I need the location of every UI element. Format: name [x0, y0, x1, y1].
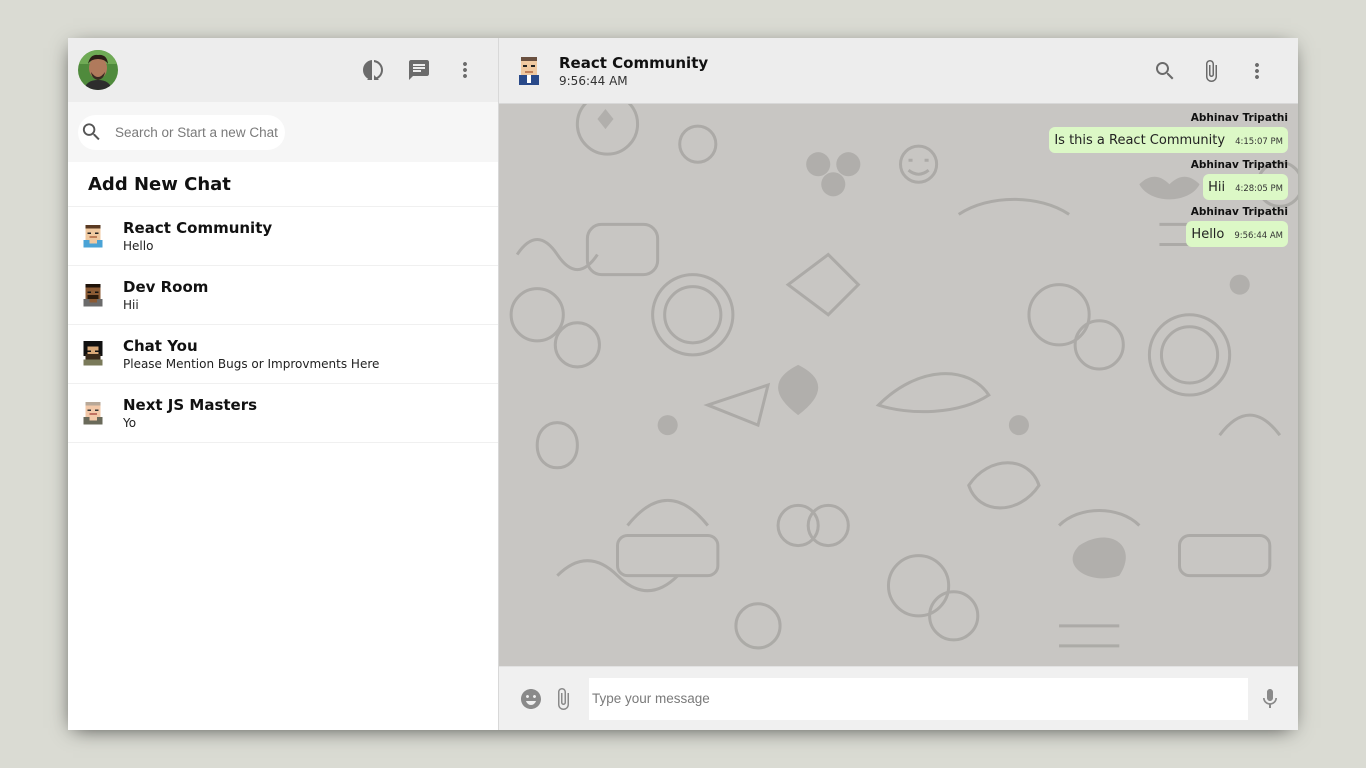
search-container [78, 114, 285, 150]
chat-name: Next JS Masters [123, 396, 258, 414]
add-new-chat-label: Add New Chat [88, 173, 231, 195]
chat-last-message: Yo [123, 416, 137, 430]
user-avatar[interactable] [78, 50, 118, 90]
room-avatar [83, 283, 103, 307]
message: Abhinav Tripathi Hello 9:56:44 AM [1186, 206, 1288, 247]
message-form [589, 677, 1248, 720]
chat-last-message: Please Mention Bugs or Improvments Here [123, 357, 380, 371]
last-seen: 9:56:44 AM [559, 73, 628, 88]
room-avatar [83, 340, 103, 366]
chat-body[interactable]: Abhinav Tripathi Is this a React Communi… [499, 104, 1298, 666]
chat-info: Dev Room Hii [123, 278, 208, 312]
more-vert-icon[interactable] [1234, 48, 1280, 94]
attach-icon[interactable] [547, 683, 579, 715]
chat-name: React Community [123, 219, 273, 237]
message-timestamp: 9:56:44 AM [1234, 231, 1283, 241]
chat-header-actions [1142, 48, 1280, 94]
app-window: Add New Chat React Community Hello [68, 38, 1298, 730]
message-bubble[interactable]: Hii 4:28:05 PM [1203, 174, 1288, 200]
more-vert-icon[interactable] [442, 47, 488, 93]
emoji-icon[interactable] [515, 683, 547, 715]
message-author: Abhinav Tripathi [1190, 112, 1288, 124]
message-input[interactable] [589, 677, 1248, 720]
chat-info: Next JS Masters Yo [123, 396, 257, 430]
message-timestamp: 4:28:05 PM [1235, 184, 1283, 194]
message-timestamp: 4:15:07 PM [1235, 137, 1283, 147]
message-text: Is this a React Community [1054, 133, 1226, 148]
chat-info: Chat You Please Mention Bugs or Improvme… [123, 337, 379, 371]
chat-footer [499, 666, 1298, 730]
message-author: Abhinav Tripathi [1190, 159, 1288, 171]
message-text: Hello [1191, 227, 1225, 242]
chat-list-item[interactable]: Next JS Masters Yo [68, 384, 498, 443]
message: Abhinav Tripathi Is this a React Communi… [1049, 112, 1288, 153]
search-input[interactable] [115, 124, 285, 140]
chat-icon[interactable] [396, 47, 442, 93]
search-icon [82, 123, 100, 141]
search-icon[interactable] [1142, 48, 1188, 94]
message-bubble[interactable]: Hello 9:56:44 AM [1186, 221, 1288, 247]
chat-list-item[interactable]: Chat You Please Mention Bugs or Improvme… [68, 325, 498, 384]
mic-icon[interactable] [1254, 683, 1286, 715]
message-text: Hii [1208, 180, 1226, 195]
room-avatar [83, 224, 103, 248]
status-icon[interactable] [350, 47, 396, 93]
room-name: React Community [559, 53, 709, 72]
message: Abhinav Tripathi Hii 4:28:05 PM [1191, 159, 1288, 200]
chat-panel: React Community 9:56:44 AM Abhinav Tripa… [499, 38, 1298, 730]
message-author: Abhinav Tripathi [1190, 206, 1288, 218]
attach-icon[interactable] [1188, 48, 1234, 94]
chat-name: Dev Room [123, 278, 209, 296]
message-bubble[interactable]: Is this a React Community 4:15:07 PM [1049, 127, 1288, 153]
chat-list-item[interactable]: Dev Room Hii [68, 266, 498, 325]
chat-name: Chat You [123, 337, 198, 355]
chat-header-info: React Community 9:56:44 AM [559, 54, 1142, 88]
room-avatar[interactable] [513, 51, 545, 91]
room-avatar [83, 401, 103, 425]
add-new-chat-button[interactable]: Add New Chat [68, 162, 498, 207]
message-list: Abhinav Tripathi Is this a React Communi… [509, 112, 1288, 253]
chat-list-item[interactable]: React Community Hello [68, 207, 498, 266]
sidebar: Add New Chat React Community Hello [68, 38, 499, 730]
chat-list: Add New Chat React Community Hello Dev R… [68, 162, 498, 730]
chat-info: React Community Hello [123, 219, 272, 253]
sidebar-header [68, 38, 498, 102]
chat-last-message: Hii [123, 298, 139, 312]
sidebar-search [68, 102, 498, 162]
chat-header: React Community 9:56:44 AM [499, 38, 1298, 104]
chat-last-message: Hello [123, 239, 154, 253]
